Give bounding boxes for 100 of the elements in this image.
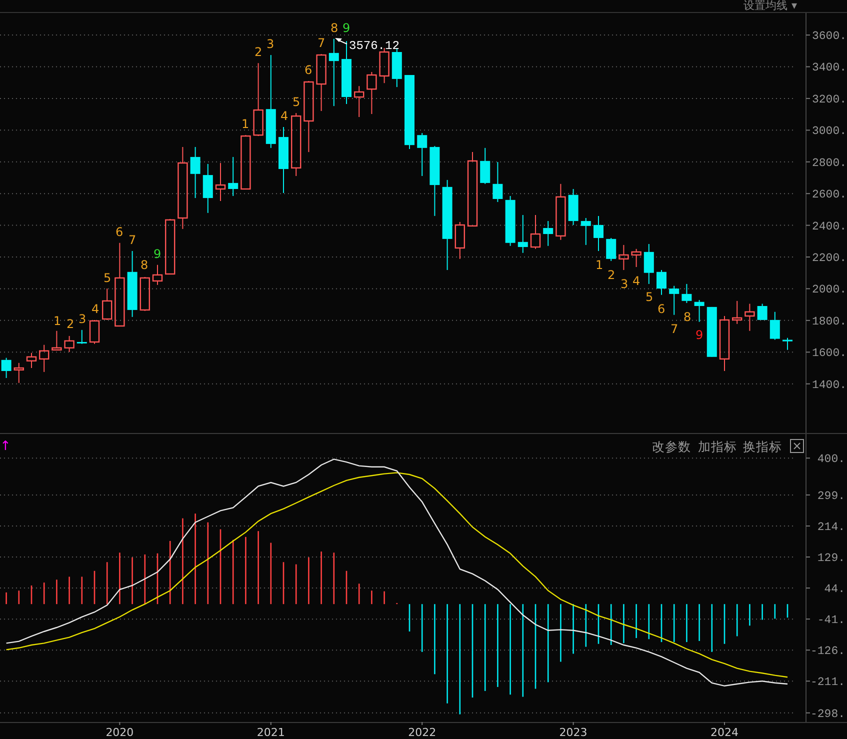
candlestick: [76, 329, 87, 344]
candlestick: [190, 146, 200, 199]
candlestick: [694, 299, 704, 322]
candlestick: [342, 40, 352, 104]
close-icon[interactable]: [790, 439, 804, 453]
price-axis-label: 2800.: [812, 156, 847, 170]
year-label: 2020: [106, 726, 134, 739]
year-label: 2021: [256, 726, 285, 739]
sequence-count-label: 5: [645, 290, 654, 304]
candlestick: [165, 218, 176, 275]
sequence-count-label: 2: [607, 268, 616, 282]
candlestick: [543, 220, 554, 246]
candlestick: [580, 218, 591, 246]
price-axis-label: 2400.: [812, 220, 847, 234]
candlestick: [366, 71, 377, 114]
price-axis-label: 1800.: [812, 315, 847, 328]
candlestick: [568, 188, 578, 226]
sequence-count-label: 2: [66, 317, 74, 331]
sequence-count-label: 8: [140, 258, 148, 272]
candlestick: [39, 344, 50, 372]
candlestick: [202, 163, 213, 214]
candlestick: [52, 330, 62, 351]
year-label: 2022: [408, 726, 436, 739]
candlestick: [782, 337, 792, 350]
candlestick: [644, 244, 654, 284]
candlestick: [14, 362, 24, 384]
candlestick: [480, 147, 490, 184]
panel-button[interactable]: 换指标: [743, 439, 782, 454]
candlestick: [278, 126, 288, 194]
candlestick: [102, 288, 112, 320]
candlestick: [240, 134, 251, 190]
macd-axis-label: 299.: [817, 490, 845, 503]
candlestick: [328, 38, 339, 107]
sequence-count-label: 4: [280, 109, 288, 123]
sequence-count-label: 7: [670, 322, 678, 336]
caret-icon: ▾: [791, 0, 797, 12]
sequence-count-label: 6: [304, 63, 312, 77]
candlestick: [152, 264, 163, 286]
sequence-count-label: 9: [153, 247, 162, 261]
candlestick: [631, 248, 642, 268]
sequence-count-label: 5: [103, 271, 112, 285]
candlestick: [26, 352, 37, 368]
sequence-count-label: 9: [695, 328, 704, 342]
indicator-menu[interactable]: 设置均线 ▾: [743, 0, 797, 12]
candlestick: [140, 276, 150, 312]
candlestick: [556, 183, 566, 240]
candlestick: [454, 221, 465, 260]
sequence-count-label: 7: [317, 36, 326, 50]
candlestick: [127, 250, 138, 318]
candlestick: [89, 319, 100, 344]
candlestick: [316, 54, 326, 112]
year-label: 2023: [559, 726, 588, 739]
candlestick: [379, 48, 390, 84]
candlestick: [215, 162, 226, 202]
sequence-count-label: 4: [632, 274, 640, 288]
macd-axis-label: -41.: [817, 614, 845, 628]
high-price-label: 3576.12: [349, 39, 400, 53]
price-axis-label: 3600.: [812, 30, 847, 44]
candlestick: [744, 303, 755, 332]
price-axis-label: 1400.: [812, 378, 847, 392]
candlestick: [594, 215, 604, 252]
candlestick: [430, 146, 440, 216]
price-axis-label: 2600.: [812, 188, 847, 202]
candlestick: [417, 132, 428, 176]
candlestick: [1, 357, 12, 378]
sequence-count-label: 1: [241, 117, 250, 131]
candlestick: [392, 48, 402, 88]
candlestick: [505, 195, 516, 246]
macd-axis-label: -126.: [810, 645, 845, 658]
price-axis-label: 3200.: [812, 93, 847, 106]
candlestick: [606, 237, 616, 262]
sequence-count-label: 8: [330, 21, 338, 35]
candlestick: [656, 270, 666, 296]
candlestick: [770, 311, 780, 340]
macd-axis-label: 44.: [824, 583, 845, 596]
sequence-count-label: 3: [266, 37, 274, 51]
sequence-count-label: 1: [595, 258, 604, 272]
sequence-count-label: 7: [128, 233, 136, 247]
candlestick: [732, 300, 742, 324]
candlestick: [719, 316, 730, 372]
sequence-count-label: 3: [78, 312, 86, 326]
macd-axis-label: -298.: [810, 708, 845, 721]
macd-axis-label: -211.: [810, 676, 845, 690]
panel-button[interactable]: 加指标: [698, 439, 737, 454]
price-axis-label: 2000.: [812, 284, 847, 297]
candlestick: [669, 285, 680, 316]
candlestick: [492, 162, 503, 202]
candlestick: [64, 335, 74, 352]
macd-axis-label: 214.: [817, 520, 845, 534]
sequence-count-label: 2: [254, 45, 262, 59]
pointer-arrow-icon: [335, 38, 348, 44]
candlestick: [757, 303, 768, 320]
sequence-count-label: 8: [683, 310, 692, 324]
price-axis-label: 3000.: [812, 125, 847, 138]
sequence-count-label: 3: [620, 277, 628, 291]
macd-axis-label: 400.: [817, 453, 845, 466]
macd-axis-label: 129.: [817, 552, 845, 565]
panel-button[interactable]: 改参数: [652, 439, 691, 454]
sequence-count-label: 6: [115, 225, 124, 239]
price-axis-label: 1600.: [812, 347, 847, 360]
